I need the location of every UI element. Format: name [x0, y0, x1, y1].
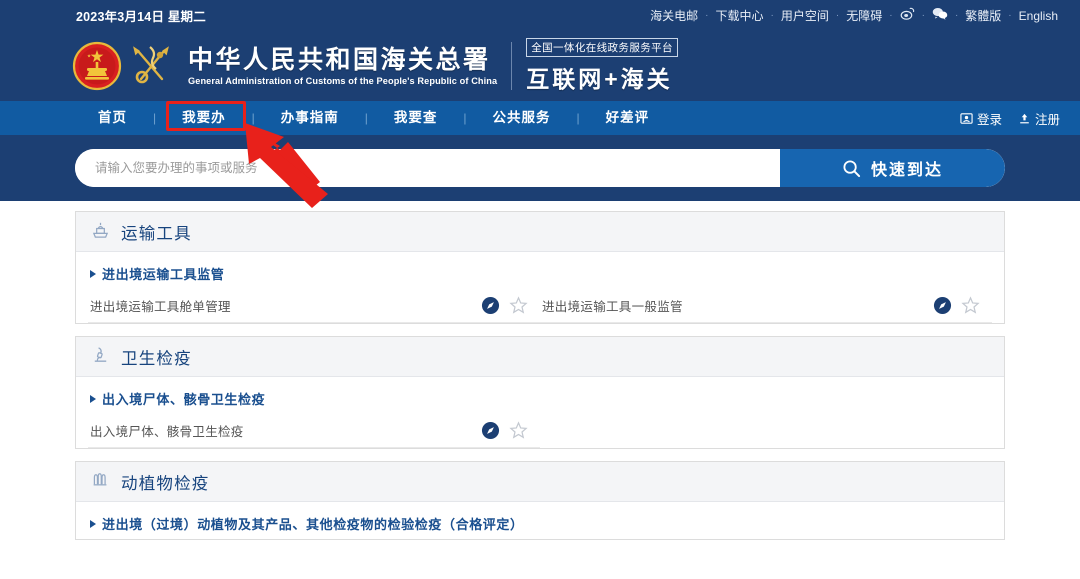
search-band: 快速到达 — [0, 135, 1080, 201]
item-label: 出入境尸体、骸骨卫生检疫 — [90, 425, 244, 439]
platform-brand: 全国一体化在线政务服务平台 互联网+海关 — [526, 38, 678, 94]
search-box: 快速到达 — [75, 149, 1005, 187]
top-bar: 2023年3月14日 星期二 海关电邮 · 下载中心 · 用户空间 · 无障碍 … — [0, 0, 1080, 31]
star-outline-icon[interactable] — [509, 421, 528, 440]
compass-icon[interactable] — [481, 296, 500, 315]
search-input[interactable] — [75, 149, 780, 187]
item-actions — [481, 421, 528, 440]
page-title: 中华人民共和国海关总署 — [188, 45, 491, 74]
search-submit-button[interactable]: 快速到达 — [780, 149, 1005, 187]
list-item[interactable]: 出入境尸体、骸骨卫生检疫 — [88, 414, 540, 448]
list-item[interactable]: 进出境运输工具舱单管理 — [88, 289, 540, 323]
nav-account-actions: 登录 注册 — [960, 109, 1060, 128]
star-outline-icon[interactable] — [509, 296, 528, 315]
topbar-link-english[interactable]: English — [1019, 9, 1058, 23]
search-button-label: 快速到达 — [870, 162, 943, 179]
star-outline-icon[interactable] — [961, 296, 980, 315]
register-button[interactable]: 注册 — [1018, 109, 1060, 128]
card-header: 运输工具 — [76, 212, 1004, 252]
service-catalog: 运输工具 进出境运输工具监管 进出境运输工具舱单管理 进出境运输工具一般监管 卫… — [0, 201, 1080, 540]
topbar-link-mail[interactable]: 海关电邮 — [650, 7, 698, 24]
topbar-link-download[interactable]: 下载中心 — [716, 7, 764, 24]
plant-quarantine-icon — [90, 469, 111, 495]
subsection-header[interactable]: 出入境尸体、骸骨卫生检疫 — [90, 389, 992, 408]
page-title-english: General Administration of Customs of the… — [188, 75, 498, 86]
site-title-block: 中华人民共和国海关总署 General Administration of Cu… — [188, 45, 498, 86]
card-title: 动植物检疫 — [121, 474, 210, 493]
triangle-bullet-icon — [90, 269, 96, 278]
list-item[interactable]: 进出境运输工具一般监管 — [540, 289, 992, 323]
weibo-icon[interactable] — [900, 6, 915, 26]
national-emblem-icon — [72, 41, 122, 91]
item-actions — [933, 296, 980, 315]
item-label: 进出境运输工具舱单管理 — [90, 300, 231, 314]
nav-item-apply[interactable]: 我要办 — [156, 101, 252, 135]
item-actions — [481, 296, 528, 315]
nav-item-guide[interactable]: 办事指南 — [255, 101, 365, 135]
service-item-list: 进出境运输工具舱单管理 进出境运输工具一般监管 — [88, 289, 992, 323]
card-title: 卫生检疫 — [121, 349, 192, 368]
register-label: 注册 — [1034, 112, 1060, 127]
top-bar-links: 海关电邮 · 下载中心 · 用户空间 · 无障碍 · · · 繁體版 · Eng… — [650, 6, 1058, 26]
item-label: 进出境运输工具一般监管 — [542, 300, 683, 314]
subsection-header[interactable]: 进出境（过境）动植物及其产品、其他检疫物的检验检疫（合格评定） — [90, 514, 992, 533]
nav-item-home[interactable]: 首页 — [72, 101, 153, 135]
topbar-separator: · — [921, 10, 925, 21]
card-header: 卫生检疫 — [76, 337, 1004, 377]
nav-item-list: 首页 | 我要办 | 办事指南 | 我要查 | 公共服务 | 好差评 — [72, 101, 675, 135]
card-body: 出入境尸体、骸骨卫生检疫 出入境尸体、骸骨卫生检疫 — [76, 377, 1004, 448]
topbar-separator: · — [835, 10, 840, 21]
subsection-title: 进出境运输工具监管 — [102, 267, 225, 282]
nav-item-public-service[interactable]: 公共服务 — [467, 101, 577, 135]
login-button[interactable]: 登录 — [960, 109, 1002, 128]
ship-transport-icon — [90, 219, 111, 245]
page-root: 2023年3月14日 星期二 海关电邮 · 下载中心 · 用户空间 · 无障碍 … — [0, 0, 1080, 579]
card-title: 运输工具 — [121, 224, 192, 243]
user-card-icon — [960, 112, 973, 124]
topbar-separator: · — [889, 10, 893, 21]
card-body: 进出境（过境）动植物及其产品、其他检疫物的检验检疫（合格评定） — [76, 502, 1004, 533]
microscope-icon — [90, 344, 111, 370]
service-card-health-quarantine: 卫生检疫 出入境尸体、骸骨卫生检疫 出入境尸体、骸骨卫生检疫 — [75, 336, 1005, 449]
card-body: 进出境运输工具监管 进出境运输工具舱单管理 进出境运输工具一般监管 — [76, 252, 1004, 323]
topbar-separator: · — [770, 10, 774, 21]
subsection-title: 进出境（过境）动植物及其产品、其他检疫物的检验检疫（合格评定） — [102, 517, 524, 532]
site-header: 中华人民共和国海关总署 General Administration of Cu… — [0, 31, 1080, 101]
triangle-bullet-icon — [90, 394, 96, 403]
nav-item-query[interactable]: 我要查 — [368, 101, 464, 135]
compass-icon[interactable] — [933, 296, 952, 315]
topbar-link-accessibility[interactable]: 无障碍 — [846, 7, 882, 24]
login-label: 登录 — [976, 112, 1002, 127]
platform-tagline: 全国一体化在线政务服务平台 — [526, 38, 678, 57]
subsection-title: 出入境尸体、骸骨卫生检疫 — [102, 392, 266, 407]
service-card-animal-plant-quarantine: 动植物检疫 进出境（过境）动植物及其产品、其他检疫物的检验检疫（合格评定） — [75, 461, 1005, 540]
current-date: 2023年3月14日 星期二 — [76, 10, 206, 24]
upload-icon — [1020, 113, 1029, 123]
service-item-list: 出入境尸体、骸骨卫生检疫 — [88, 414, 992, 448]
topbar-separator: · — [954, 10, 959, 21]
topbar-separator: · — [705, 10, 709, 21]
search-icon — [843, 159, 861, 177]
nav-item-review[interactable]: 好差评 — [580, 101, 676, 135]
topbar-link-traditional[interactable]: 繁體版 — [965, 7, 1001, 24]
platform-name: 互联网+海关 — [526, 66, 673, 92]
topbar-separator: · — [1008, 10, 1012, 21]
header-divider — [511, 42, 513, 90]
main-navigation: 首页 | 我要办 | 办事指南 | 我要查 | 公共服务 | 好差评 登录 注册 — [0, 101, 1080, 135]
compass-icon[interactable] — [481, 421, 500, 440]
customs-caduceus-key-icon — [126, 41, 178, 91]
subsection-header[interactable]: 进出境运输工具监管 — [90, 264, 992, 283]
triangle-bullet-icon — [90, 519, 96, 528]
service-card-transport: 运输工具 进出境运输工具监管 进出境运输工具舱单管理 进出境运输工具一般监管 — [75, 211, 1005, 324]
card-header: 动植物检疫 — [76, 462, 1004, 502]
topbar-link-userspace[interactable]: 用户空间 — [781, 7, 829, 24]
wechat-icon[interactable] — [932, 6, 948, 26]
